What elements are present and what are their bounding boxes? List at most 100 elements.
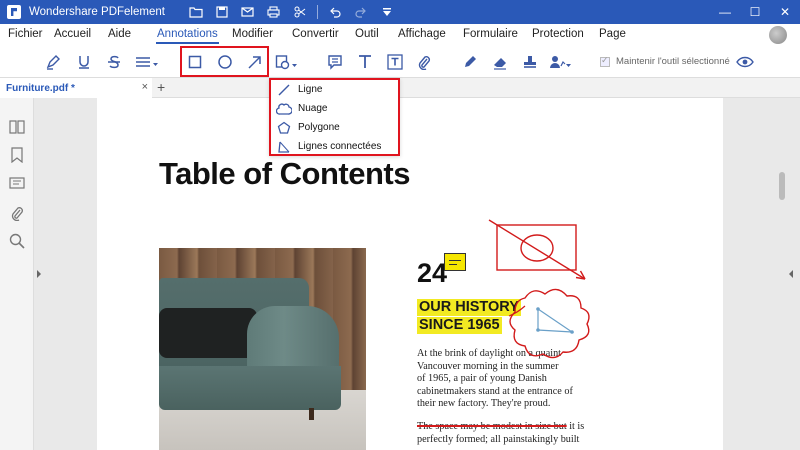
second-paragraph: The space may be modest in size but it i… [417, 421, 607, 446]
scissors-icon[interactable] [287, 0, 313, 24]
dropdown-item-ligne[interactable]: Ligne [275, 80, 397, 99]
document-tab-name: Furniture.pdf * [6, 82, 75, 94]
signature-dropdown-icon[interactable] [548, 52, 574, 72]
stamp-icon[interactable] [520, 52, 540, 72]
title-bar: Wondershare PDFelement — ☐ ✕ [0, 0, 800, 24]
menu-aide[interactable]: Aide [108, 28, 131, 40]
bookmark-icon[interactable] [8, 146, 26, 164]
comments-panel-icon[interactable] [8, 175, 26, 193]
keep-tool-label: Maintenir l'outil sélectionné [616, 56, 730, 67]
strikethrough-text: The space may be modest in size but [417, 421, 567, 432]
pdf-page: Table of Contents 24 OUR HISTORY SINCE 1… [97, 98, 723, 450]
paragraph-line: their new factory. They're proud. [417, 398, 551, 410]
polyline-icon [275, 139, 293, 155]
paragraph-line: cabinetmakers stand at the entrance of [417, 385, 573, 397]
undo-icon[interactable] [322, 0, 348, 24]
maximize-icon[interactable]: ☐ [740, 0, 770, 24]
shapes-dropdown-menu: Ligne Nuage Polygone Lignes connectées [269, 78, 400, 156]
document-tab[interactable]: Furniture.pdf * × [0, 78, 152, 98]
print-icon[interactable] [261, 0, 287, 24]
text-box-icon[interactable] [385, 52, 405, 72]
shape-tools-highlight-box [180, 46, 269, 77]
document-title: Table of Contents [159, 156, 410, 191]
open-folder-icon[interactable] [183, 0, 209, 24]
redo-icon[interactable] [348, 0, 374, 24]
minimize-icon[interactable]: — [710, 0, 740, 24]
menu-page[interactable]: Page [599, 28, 626, 40]
menu-formulaire[interactable]: Formulaire [463, 28, 518, 40]
eye-icon[interactable] [735, 52, 755, 72]
window-controls: — ☐ ✕ [710, 0, 800, 24]
menu-outil[interactable]: Outil [355, 28, 379, 40]
history-heading-line2: SINCE 1965 [417, 317, 502, 334]
customize-toolbar-icon[interactable] [374, 0, 400, 24]
dropdown-item-label: Nuage [298, 103, 328, 114]
user-avatar[interactable] [769, 26, 787, 44]
paragraph-line: Vancouver morning in the summer [417, 360, 559, 372]
typewriter-icon[interactable] [355, 52, 375, 72]
menu-protection[interactable]: Protection [532, 28, 584, 40]
highlight-pen-icon[interactable] [43, 52, 63, 72]
app-logo-icon [7, 5, 21, 19]
polygon-vertex [536, 307, 540, 311]
menu-modifier[interactable]: Modifier [232, 28, 273, 40]
document-tab-row: Furniture.pdf * × + [0, 78, 800, 98]
more-text-markup-icon[interactable] [134, 52, 160, 72]
keep-tool-checkbox[interactable] [600, 55, 610, 67]
sticky-note-annotation[interactable] [444, 253, 466, 271]
paragraph-line: The space may be modest in size but it i… [417, 421, 607, 434]
sofa-photo [159, 248, 366, 450]
close-tab-icon[interactable]: × [142, 81, 148, 93]
arrow-annotation [488, 219, 586, 280]
add-tab-icon[interactable]: + [157, 79, 165, 95]
page-number-label: 24 [417, 258, 448, 288]
left-sidebar [0, 98, 34, 450]
close-window-icon[interactable]: ✕ [770, 0, 800, 24]
oval-annotation [520, 234, 554, 262]
dropdown-item-label: Ligne [298, 84, 323, 95]
menu-affichage[interactable]: Affichage [398, 28, 446, 40]
polygon-icon [275, 120, 293, 136]
dropdown-item-label: Lignes connectées [298, 141, 382, 152]
polygon-annotation [537, 307, 575, 333]
rectangle-annotation [496, 224, 577, 271]
thumbnails-icon[interactable] [8, 118, 26, 136]
cloud-icon [275, 101, 293, 117]
attachments-panel-icon[interactable] [8, 204, 26, 222]
paragraph-line: of 1965, a pair of young Danish [417, 373, 547, 385]
save-icon[interactable] [209, 0, 235, 24]
annotation-toolbar: Maintenir l'outil sélectionné [0, 46, 800, 78]
app-title: Wondershare PDFelement [29, 6, 165, 18]
menu-bar: Fichier Accueil Aide Annotations Modifie… [0, 24, 800, 46]
menu-accueil[interactable]: Accueil [54, 28, 91, 40]
pencil-icon[interactable] [460, 52, 480, 72]
menu-convertir[interactable]: Convertir [292, 28, 339, 40]
underline-icon[interactable] [74, 52, 94, 72]
dropdown-item-nuage[interactable]: Nuage [275, 99, 397, 118]
history-heading-line1: OUR HISTORY [417, 299, 521, 316]
eraser-icon[interactable] [490, 52, 510, 72]
toolbar-separator [316, 5, 318, 19]
paragraph-line: At the brink of daylight on a quaint [417, 348, 562, 359]
paragraph-line: perfectly formed; all painstakingly buil… [417, 433, 580, 445]
shapes-dropdown-icon[interactable] [274, 52, 300, 72]
dropdown-item-polygone[interactable]: Polygone [275, 118, 397, 137]
history-paragraph: At the brink of daylight on a quaint Van… [417, 348, 607, 411]
keep-tool-selected[interactable]: Maintenir l'outil sélectionné [600, 55, 730, 67]
email-icon[interactable] [235, 0, 261, 24]
polygon-vertex [536, 328, 540, 332]
menu-fichier[interactable]: Fichier [8, 28, 43, 40]
vertical-scrollbar-thumb[interactable] [779, 172, 785, 200]
search-icon[interactable] [8, 232, 26, 250]
collapse-right-panel-icon[interactable] [789, 270, 793, 278]
strikethrough-icon[interactable] [104, 52, 124, 72]
polygon-vertex [570, 330, 574, 334]
attachment-icon[interactable] [414, 52, 434, 72]
paragraph-text: it is [566, 421, 585, 432]
collapse-left-panel-icon[interactable] [37, 270, 41, 278]
comment-icon[interactable] [325, 52, 345, 72]
quick-access-toolbar [183, 0, 400, 24]
dropdown-item-lignes-connectees[interactable]: Lignes connectées [275, 137, 397, 156]
dropdown-item-label: Polygone [298, 122, 340, 133]
menu-annotations[interactable]: Annotations [156, 28, 219, 44]
